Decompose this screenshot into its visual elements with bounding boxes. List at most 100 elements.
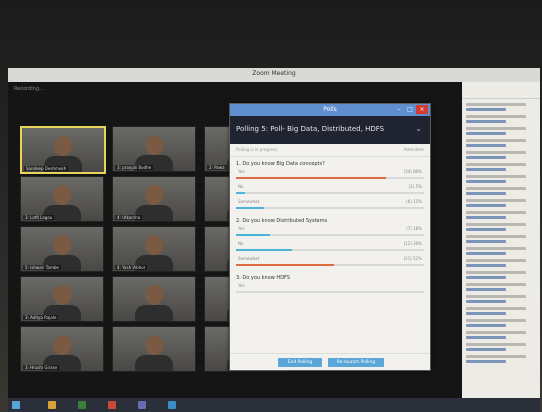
chat-message: [466, 163, 536, 171]
participant-tile[interactable]: 4: Utkarsha: [112, 176, 196, 222]
minimize-button[interactable]: –: [394, 105, 404, 114]
option-bar-fill: [236, 177, 387, 179]
participant-name: 4: Yash Vibhor: [115, 265, 148, 270]
option-bar-fill: [236, 207, 265, 209]
option-bar-track: [236, 249, 424, 251]
avatar: [145, 335, 163, 355]
poll-option: Somewhat (6) 15%: [236, 199, 424, 214]
poll-selector[interactable]: Polling 5: Poll- Big Data, Distributed, …: [230, 116, 430, 144]
window-titlebar: Zoom Meeting: [8, 68, 540, 82]
participant-tile[interactable]: 3: Aditya Rajale: [20, 276, 104, 322]
avatar: [145, 285, 163, 305]
option-value: (21) 52%: [403, 256, 422, 261]
chat-message: [466, 319, 536, 327]
option-label: Yes: [238, 283, 245, 288]
chevron-down-icon[interactable]: ⌄: [415, 124, 422, 133]
start-icon[interactable]: [12, 401, 20, 409]
poll-option: Yes: [236, 283, 424, 298]
window-title: Zoom Meeting: [252, 70, 296, 77]
participant-tile[interactable]: 3: pranjali Bodhe: [112, 126, 196, 172]
option-bar-track: [236, 177, 424, 179]
chat-message: [466, 103, 536, 111]
participant-tile[interactable]: 4: Yash Vibhor: [112, 226, 196, 272]
avatar: [53, 185, 71, 205]
participant-name: 3: Lotfi Lagou: [23, 215, 55, 220]
poll-option: Yes (34) 80%: [236, 169, 424, 184]
chat-message: [466, 175, 536, 183]
chat-message: [466, 115, 536, 123]
folder-icon[interactable]: [48, 401, 56, 409]
poll-attendees-label: Attendees: [403, 147, 424, 152]
avatar: [145, 185, 163, 205]
chat-message: [466, 295, 536, 303]
end-polling-button[interactable]: End Polling: [278, 358, 322, 367]
poll-title: Polling 5: Poll- Big Data, Distributed, …: [236, 125, 385, 133]
option-label: Somewhat: [238, 256, 260, 261]
chat-message: [466, 235, 536, 243]
polls-window: Polls – □ × Polling 5: Poll- Big Data, D…: [229, 103, 431, 371]
app-icon[interactable]: [138, 401, 146, 409]
participant-tile[interactable]: 5: Ishwari Tambe: [20, 226, 104, 272]
participant-tile[interactable]: [112, 326, 196, 372]
participant-name: Sandeep Deshmukh: [24, 166, 69, 171]
poll-status: Polling is in progress: [236, 147, 278, 152]
participant-name: 4: Utkarsha: [115, 215, 143, 220]
chat-message: [466, 127, 536, 135]
chat-message: [466, 247, 536, 255]
maximize-button[interactable]: □: [405, 105, 415, 114]
avatar: [145, 135, 163, 155]
chat-message: [466, 307, 536, 315]
participant-tile[interactable]: 3: Hrushi Girase: [20, 326, 104, 372]
app-icon[interactable]: [108, 401, 116, 409]
option-value: (34) 80%: [403, 169, 422, 174]
chat-message: [466, 187, 536, 195]
participant-tile[interactable]: Sandeep Deshmukh: [20, 126, 106, 174]
close-button[interactable]: ×: [416, 105, 428, 114]
chat-message: [466, 283, 536, 291]
option-label: Yes: [238, 169, 245, 174]
question-text: 2. Do you know Distributed Systems: [236, 218, 328, 224]
participant-name: 5: Ishwari Tambe: [23, 265, 61, 270]
participant-name: 3: Aditya Rajale: [23, 315, 59, 320]
avatar: [145, 235, 163, 255]
participant-tile[interactable]: [112, 276, 196, 322]
chat-message: [466, 139, 536, 147]
chat-message: [466, 199, 536, 207]
option-value: (6) 15%: [406, 199, 422, 204]
option-bar-fill: [236, 192, 246, 194]
chat-message: [466, 343, 536, 351]
chat-message: [466, 151, 536, 159]
chat-messages: [462, 103, 540, 363]
poll-option: No (2) 5%: [236, 184, 424, 199]
relaunch-polling-button[interactable]: Re-launch Polling: [328, 358, 384, 367]
participant-name: 3: Hrushi Girase: [23, 365, 60, 370]
participant-tile[interactable]: 3: Lotfi Lagou: [20, 176, 104, 222]
option-value: (7) 18%: [406, 226, 422, 231]
avatar: [53, 235, 71, 255]
poll-questions: 1. Do you know Big Data concepts? Yes (34)…: [230, 157, 430, 298]
avatar: [53, 335, 71, 355]
participant-name: 2: Pawa: [207, 165, 227, 170]
chat-message: [466, 259, 536, 267]
chat-panel: [462, 82, 540, 402]
question-text: 1. Do you know Big Data concepts?: [236, 161, 325, 167]
option-bar-track: [236, 192, 424, 194]
option-label: Yes: [238, 226, 245, 231]
polls-footer: End Polling Re-launch Polling: [230, 353, 430, 370]
option-bar-fill: [236, 249, 293, 251]
option-label: No: [238, 241, 244, 246]
option-label: Somewhat: [238, 199, 260, 204]
question-text: 3. Do you know HDFS: [236, 275, 291, 281]
chat-message: [466, 355, 536, 363]
zoom-icon[interactable]: [168, 401, 176, 409]
option-bar-track: [236, 234, 424, 236]
poll-status-bar: Polling is in progress Attendees: [230, 144, 430, 157]
chat-message: [466, 211, 536, 219]
chat-message: [466, 331, 536, 339]
app-icon[interactable]: [78, 401, 86, 409]
option-bar-fill: [236, 234, 270, 236]
poll-option: Yes (7) 18%: [236, 226, 424, 241]
avatar: [54, 136, 72, 156]
option-value: (12) 30%: [403, 241, 422, 246]
option-bar-track: [236, 207, 424, 209]
